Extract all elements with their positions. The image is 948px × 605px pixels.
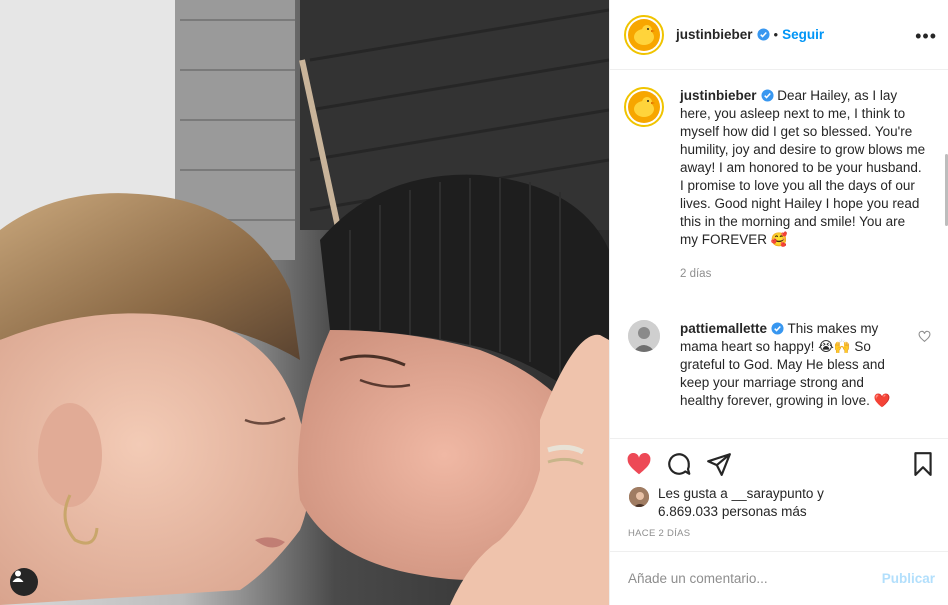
post-image <box>0 0 609 605</box>
comment-item: pattiemallette This makes my mama heart … <box>624 320 939 410</box>
follow-button[interactable]: Seguir <box>782 27 824 42</box>
comments-list[interactable]: justinbieber Dear Hailey, as I lay here,… <box>610 71 948 438</box>
caption-time[interactable]: 2 días <box>680 265 926 283</box>
caption-avatar-image <box>628 91 660 123</box>
post-details-panel: justinbieber • Seguir ••• justinbieber D… <box>609 0 948 605</box>
verified-badge-icon <box>760 89 774 102</box>
caption-author-avatar[interactable] <box>624 87 664 127</box>
comment-like-heart-icon[interactable] <box>918 330 931 343</box>
caption-body: justinbieber Dear Hailey, as I lay here,… <box>680 87 926 283</box>
comment-body: pattiemallette This makes my mama heart … <box>680 320 902 410</box>
caption-username[interactable]: justinbieber <box>680 88 757 103</box>
post-caption: justinbieber Dear Hailey, as I lay here,… <box>624 87 939 283</box>
tag-users-button[interactable] <box>10 568 38 596</box>
verified-badge-icon <box>756 28 770 41</box>
liker-username[interactable]: __saraypunto <box>732 486 814 501</box>
likes-summary: Les gusta a __saraypunto y 6.869.033 per… <box>628 485 858 521</box>
likes-text: Les gusta a __saraypunto y 6.869.033 per… <box>658 485 858 521</box>
paper-plane-icon[interactable] <box>706 451 732 477</box>
verified-badge-icon <box>771 322 784 335</box>
likes-suffix: personas más <box>718 504 807 519</box>
more-options-icon[interactable]: ••• <box>915 26 937 47</box>
post-header: justinbieber • Seguir ••• <box>610 0 948 70</box>
publish-button[interactable]: Publicar <box>882 571 935 586</box>
post-actions-section: Les gusta a __saraypunto y 6.869.033 per… <box>610 438 948 551</box>
heart-filled-icon[interactable] <box>626 451 652 477</box>
post-photo[interactable] <box>0 0 609 605</box>
likes-middle: y <box>813 486 824 501</box>
separator-dot: • <box>773 27 779 42</box>
author-avatar[interactable] <box>624 14 664 55</box>
commenter-username[interactable]: pattiemallette <box>680 321 767 336</box>
comment-icon[interactable] <box>666 451 692 477</box>
caption-text: Dear Hailey, as I lay here, you asleep n… <box>680 88 926 247</box>
user-tag-icon <box>12 570 24 582</box>
author-avatar-image <box>628 18 660 51</box>
likes-count[interactable]: 6.869.033 <box>658 504 718 519</box>
liker-avatar[interactable] <box>628 486 650 508</box>
bookmark-icon[interactable] <box>910 451 936 477</box>
add-comment-bar: Publicar <box>610 551 948 605</box>
posted-timestamp[interactable]: HACE 2 DÍAS <box>628 528 690 539</box>
action-bar <box>626 451 938 479</box>
commenter-avatar[interactable] <box>628 320 660 352</box>
comment-input[interactable] <box>628 571 868 586</box>
author-username[interactable]: justinbieber <box>676 27 753 42</box>
likes-prefix: Les gusta a <box>658 486 732 501</box>
